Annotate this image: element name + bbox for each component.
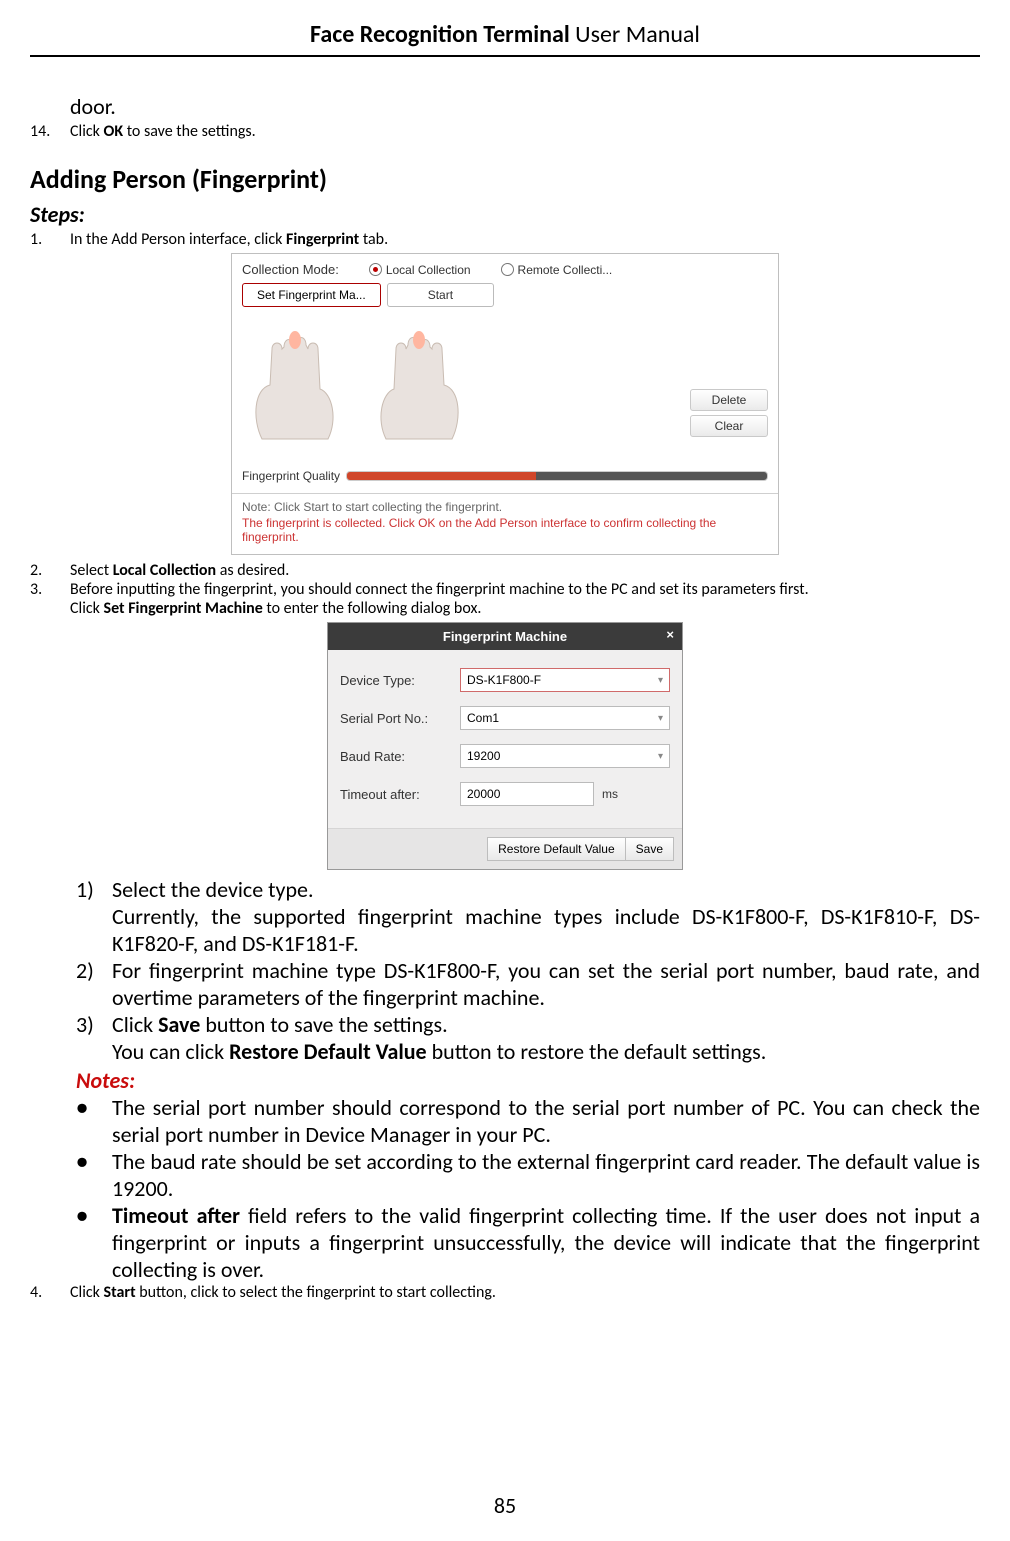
step-14-text: Click OK to save the settings. — [70, 122, 980, 141]
timeout-label: Timeout after: — [340, 787, 460, 802]
bullet-icon: ● — [76, 1202, 112, 1283]
serial-port-select[interactable]: Com1▾ — [460, 706, 670, 730]
sub-1-number: 1) — [76, 876, 112, 903]
sub-2-number: 2) — [76, 957, 112, 1011]
device-type-label: Device Type: — [340, 673, 460, 688]
set-fingerprint-machine-button[interactable]: Set Fingerprint Ma... — [242, 283, 381, 307]
sub-1-detail: Currently, the supported fingerprint mac… — [112, 903, 980, 957]
notes-heading: Notes: — [76, 1067, 980, 1094]
sub-1-text: Select the device type. — [112, 876, 980, 903]
fig-note-red: The fingerprint is collected. Click OK o… — [232, 514, 778, 554]
chevron-down-icon: ▾ — [658, 675, 663, 686]
step-4-text: Click Start button, click to select the … — [70, 1283, 980, 1302]
bullet-1: The serial port number should correspond… — [112, 1094, 980, 1148]
radio-dot-icon — [501, 263, 514, 276]
step-4-number: 4. — [30, 1283, 70, 1302]
fig-note-grey: Note: Click Start to start collecting th… — [232, 500, 778, 514]
step-1-text: In the Add Person interface, click Finge… — [70, 230, 980, 249]
steps-label: Steps: — [30, 201, 980, 228]
figure-fingerprint-panel: Collection Mode: Local Collection Remote… — [231, 253, 779, 555]
bullet-icon: ● — [76, 1148, 112, 1202]
baud-rate-label: Baud Rate: — [340, 749, 460, 764]
section-heading: Adding Person (Fingerprint) — [30, 163, 980, 195]
bullet-2: The baud rate should be set according to… — [112, 1148, 980, 1202]
timeout-unit: ms — [602, 787, 618, 801]
header-title-rest: User Manual — [570, 20, 700, 49]
step-3-number: 3. — [30, 580, 70, 618]
baud-rate-select[interactable]: 19200▾ — [460, 744, 670, 768]
step-1-number: 1. — [30, 230, 70, 249]
dialog-title-bar: Fingerprint Machine × — [328, 623, 682, 650]
header-title-bold: Face Recognition Terminal — [310, 20, 570, 49]
serial-port-label: Serial Port No.: — [340, 711, 460, 726]
sub-3-text: Click Save button to save the settings. — [112, 1011, 980, 1038]
device-type-select[interactable]: DS-K1F800-F▾ — [460, 668, 670, 692]
restore-default-button[interactable]: Restore Default Value — [487, 837, 626, 861]
dialog-title: Fingerprint Machine — [443, 629, 567, 644]
sub-3-number: 3) — [76, 1011, 112, 1038]
chevron-down-icon: ▾ — [658, 751, 663, 762]
header-divider — [30, 55, 980, 57]
page-header: Face Recognition Terminal User Manual — [30, 20, 980, 55]
collection-mode-label: Collection Mode: — [242, 262, 339, 277]
radio-remote-collection[interactable]: Remote Collecti... — [501, 263, 613, 277]
fingerprint-quality-label: Fingerprint Quality — [242, 469, 340, 483]
bullet-icon: ● — [76, 1094, 112, 1148]
bullet-3: Timeout after field refers to the valid … — [112, 1202, 980, 1283]
sub-3-detail: You can click Restore Default Value butt… — [112, 1038, 980, 1065]
clear-button[interactable]: Clear — [690, 415, 768, 437]
save-button[interactable]: Save — [626, 837, 674, 861]
fingerprint-quality-bar — [346, 471, 768, 481]
prev-page-tail: door. — [70, 93, 980, 120]
radio-local-collection[interactable]: Local Collection — [369, 263, 471, 277]
timeout-input[interactable]: 20000 — [460, 782, 594, 806]
delete-button[interactable]: Delete — [690, 389, 768, 411]
page-number: 85 — [0, 1492, 1010, 1519]
hands-illustration-icon — [242, 319, 472, 459]
chevron-down-icon: ▾ — [658, 713, 663, 724]
sub-2-text: For fingerprint machine type DS-K1F800-F… — [112, 957, 980, 1011]
step-3-text: Before inputting the fingerprint, you sh… — [70, 580, 980, 618]
start-button[interactable]: Start — [387, 283, 494, 307]
figure-fingerprint-machine-dialog: Fingerprint Machine × Device Type: DS-K1… — [327, 622, 683, 870]
step-14-number: 14. — [30, 122, 70, 141]
close-icon[interactable]: × — [666, 627, 674, 642]
step-2-text: Select Local Collection as desired. — [70, 561, 980, 580]
fig-divider — [232, 493, 778, 494]
radio-dot-selected-icon — [369, 263, 382, 276]
step-2-number: 2. — [30, 561, 70, 580]
